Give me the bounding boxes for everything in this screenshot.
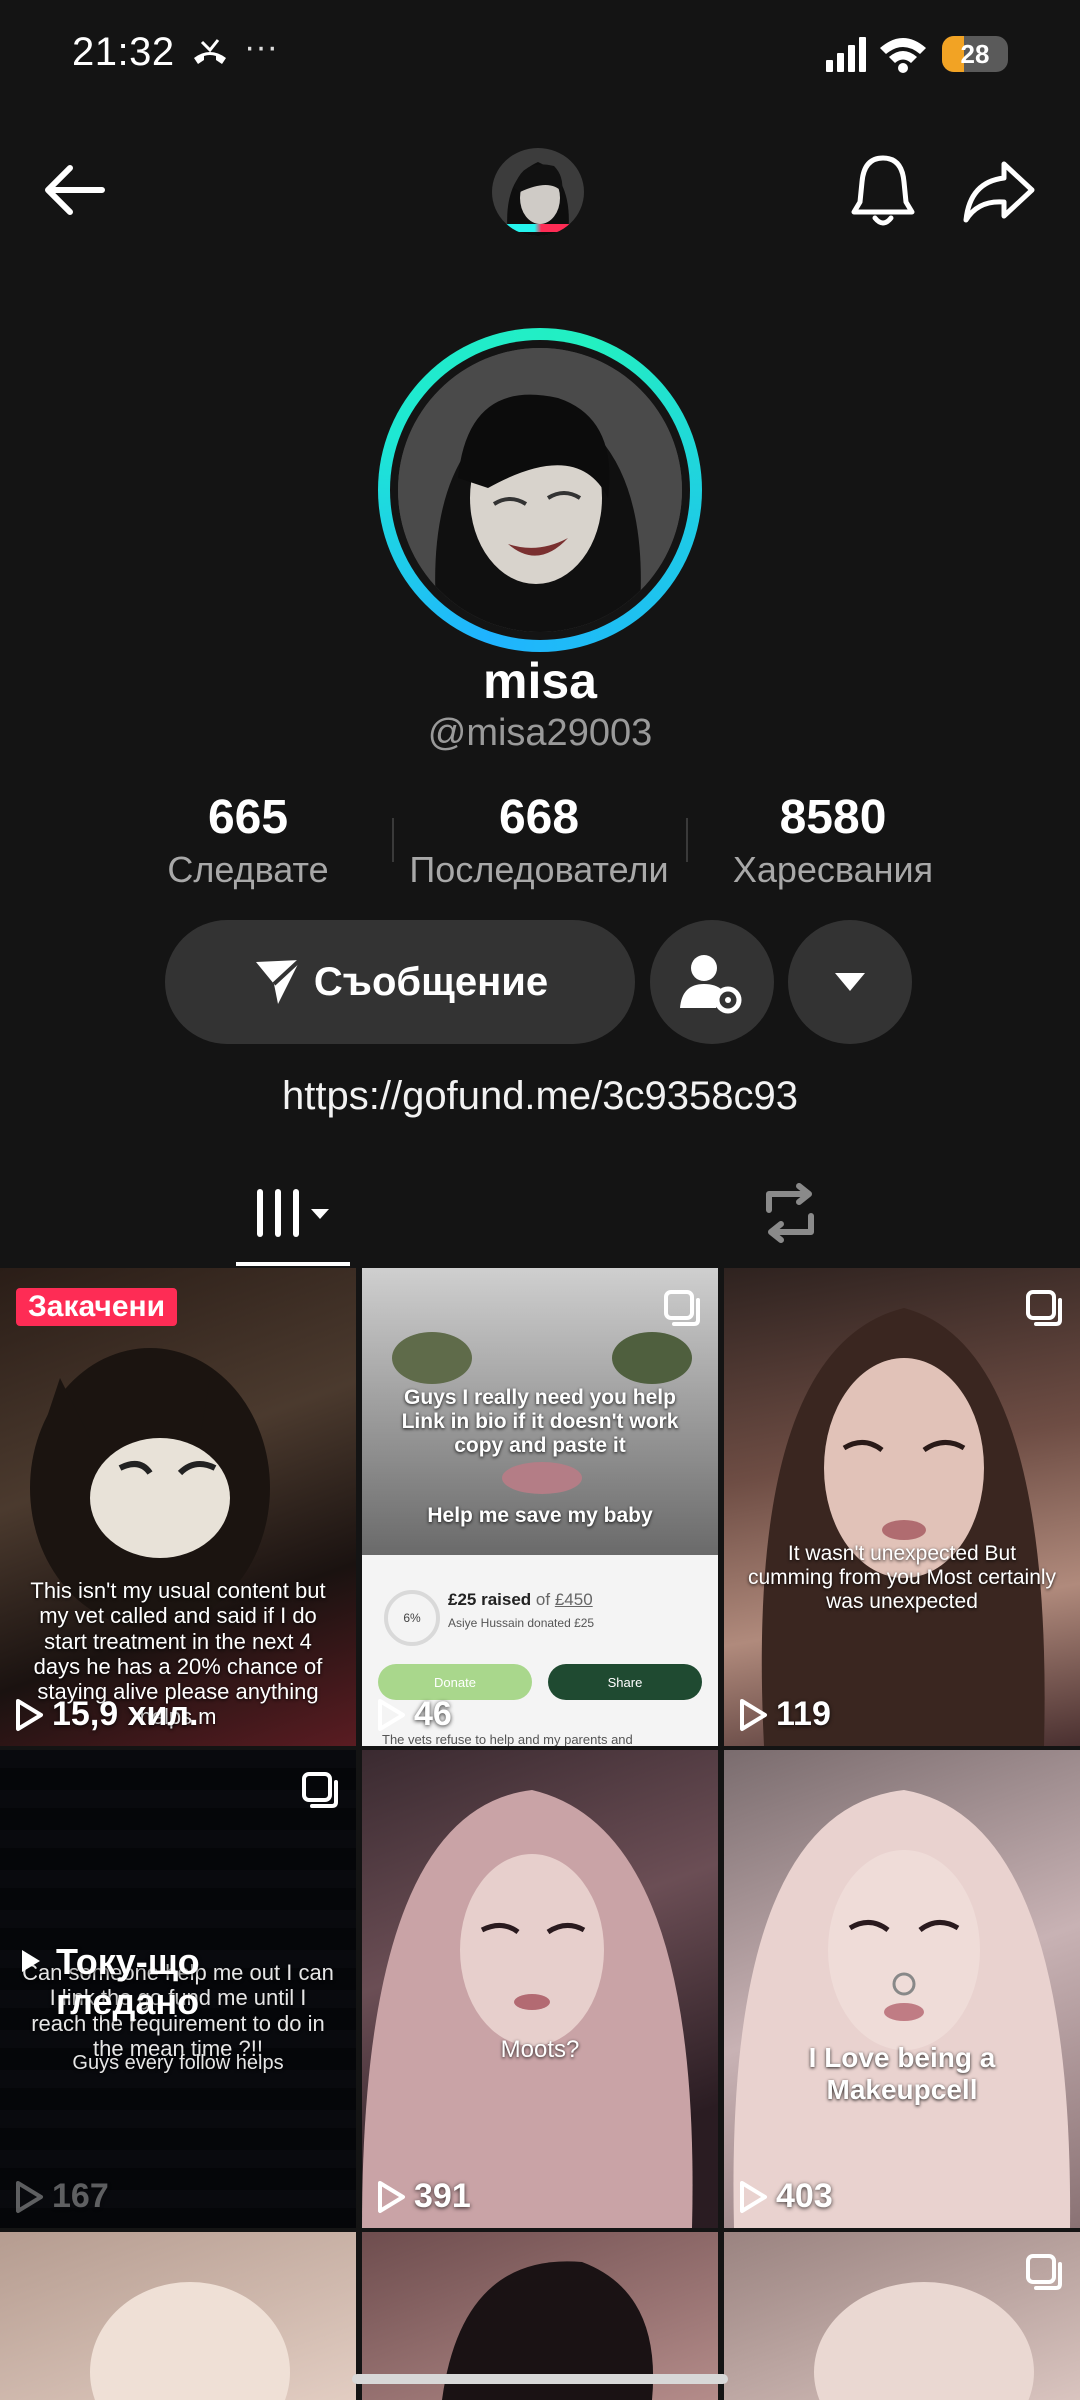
play-icon [378, 2180, 405, 2213]
view-count: 119 [738, 1695, 831, 1734]
user-gear-icon [680, 955, 742, 1014]
view-count-value: 119 [776, 1695, 831, 1733]
stat-likes[interactable]: 8580 Харесвания [688, 790, 978, 891]
video-tile[interactable]: It wasn't unexpected But cumming from yo… [724, 1268, 1080, 1746]
video-thumbnail [761, 1308, 1045, 1746]
wifi-icon [880, 38, 926, 73]
battery-level: 28 [960, 39, 990, 69]
view-count: 15,9 хил. [14, 1695, 198, 1734]
fund-share-button: Share [548, 1664, 702, 1700]
status-overflow: ··· [244, 28, 278, 66]
video-caption: Guys I really need you help Link in bio … [401, 1386, 679, 1458]
tab-videos[interactable] [236, 1168, 350, 1258]
view-count: 403 [738, 2177, 833, 2216]
stat-followers-value: 668 [498, 791, 580, 844]
fund-goal-prefix: of [535, 1590, 551, 1609]
dropdown-triangle-icon [835, 973, 865, 991]
home-indicator[interactable] [352, 2374, 728, 2384]
stat-following-label: Следвате [167, 849, 329, 890]
view-count: 391 [376, 2177, 471, 2216]
username: @misa29003 [427, 712, 653, 754]
view-count-value: 46 [414, 1695, 452, 1733]
play-filled-icon [22, 1950, 40, 1972]
profile-avatar[interactable] [378, 328, 702, 652]
play-icon [740, 1698, 767, 1731]
stat-likes-value: 8580 [779, 791, 887, 844]
fund-donor: Asiye Hussain donated £25 [448, 1616, 595, 1630]
video-tile[interactable]: I Love being a Makeupcell 403 [724, 1750, 1080, 2228]
stat-followers-label: Последователи [409, 849, 669, 890]
tab-reposts[interactable] [730, 1168, 850, 1258]
video-thumbnail [733, 1790, 1071, 2228]
signal-icon [826, 37, 866, 72]
stat-followers[interactable]: 668 Последователи [394, 790, 684, 891]
display-name: misa [483, 653, 597, 709]
share-icon[interactable] [960, 156, 1038, 226]
fund-progress-ring: 6% [384, 1590, 440, 1646]
battery-indicator: 28 [942, 36, 1008, 72]
fund-raised: £25 raised [448, 1590, 532, 1609]
video-tile[interactable]: Can someone help me out I can I link the… [0, 1750, 356, 2228]
fund-goal: £450 [554, 1590, 593, 1609]
tab-active-indicator [236, 1262, 350, 1266]
play-icon [16, 1698, 43, 1731]
play-icon [16, 2180, 43, 2213]
multi-image-icon [1026, 2254, 1062, 2290]
video-caption: Moots? [500, 2036, 580, 2063]
video-tile[interactable] [0, 2232, 356, 2400]
view-count-value: 391 [414, 2177, 471, 2215]
view-count-value: 15,9 хил. [52, 1695, 199, 1733]
view-count: 167 [14, 2177, 109, 2216]
multi-image-icon [1026, 1290, 1062, 1326]
video-caption: Guys every follow helps [72, 2052, 284, 2074]
header-avatar[interactable] [492, 148, 584, 236]
just-watched-label: Току-що гледано [20, 1942, 226, 2021]
view-count-value: 167 [52, 2177, 109, 2215]
multi-image-icon [664, 1290, 700, 1326]
bio-link[interactable]: https://gofund.me/3c9358c93 [0, 1074, 1080, 1119]
stat-following[interactable]: 665 Следвате [103, 790, 393, 891]
view-count-value: 403 [776, 2177, 833, 2215]
video-thumbnail [362, 1790, 693, 2228]
video-caption-secondary: Help me save my baby [427, 1504, 653, 1527]
video-caption: I Love being a Makeupcell [808, 2042, 996, 2106]
video-caption: It wasn't unexpected But cumming from yo… [747, 1542, 1057, 1614]
stat-following-value: 665 [207, 791, 289, 844]
video-tile[interactable]: Guys I really need you help Link in bio … [362, 1268, 718, 1746]
video-thumbnail [90, 2282, 290, 2400]
back-arrow-icon[interactable] [40, 160, 110, 220]
play-icon [378, 1698, 405, 1731]
friend-settings-button[interactable] [650, 920, 774, 1044]
pinned-badge: Закачени [16, 1288, 178, 1326]
repost-icon [766, 1183, 814, 1243]
play-icon [740, 2180, 767, 2213]
video-tile[interactable] [724, 2232, 1080, 2400]
grid-videos-icon [257, 1189, 329, 1237]
bell-icon[interactable] [846, 150, 920, 230]
missed-call-icon [194, 39, 226, 64]
message-button[interactable]: Съобщение [165, 920, 635, 1044]
message-button-label: Съобщение [313, 959, 549, 1004]
stat-likes-label: Харесвания [732, 849, 934, 890]
status-time: 21:32 [72, 30, 175, 74]
video-tile[interactable]: Закачени This isn't my usual content but… [0, 1268, 356, 1746]
view-count: 46 [376, 1695, 452, 1734]
multi-image-icon [302, 1772, 338, 1808]
fund-footer: The vets refuse to help and my parents a… [382, 1732, 633, 1746]
more-options-button[interactable] [788, 920, 912, 1044]
send-icon [255, 958, 302, 1004]
video-tile[interactable]: Moots? 391 [362, 1750, 718, 2228]
